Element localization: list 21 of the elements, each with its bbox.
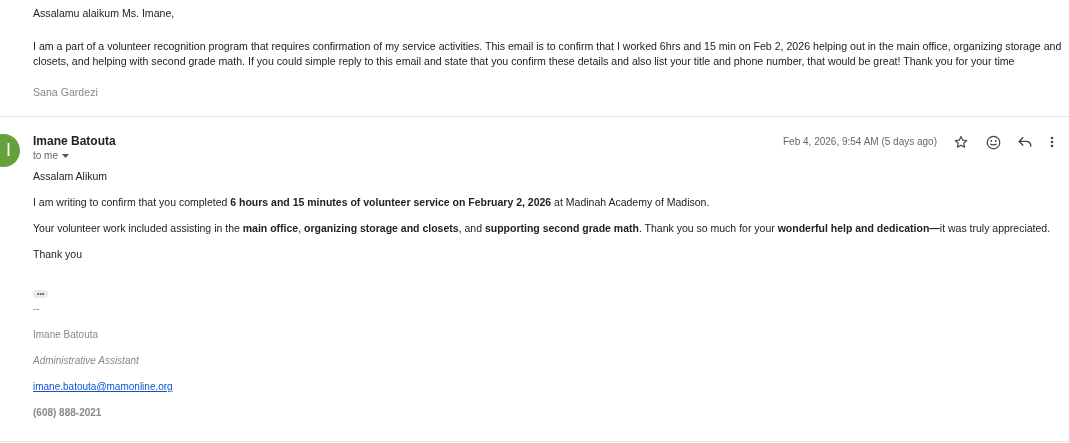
email-link[interactable]: imane.batouta@mamonline.org bbox=[33, 381, 173, 392]
message-paragraph: Your volunteer work included assisting in the main office, organizing storage and closets, and supporting second grade math. Thank you so much for your wonderful help and dedication—it was truly appreciated. bbox=[33, 221, 1052, 236]
greeting-text: Assalam Alikum bbox=[33, 169, 109, 184]
caret-icon bbox=[62, 154, 69, 158]
greeting-text: Assalamu alaikum Ms. Imane, bbox=[33, 6, 176, 21]
message-paragraph: I am a part of a volunteer recognition program that requires confirmation of my service activities. This email is to confirm that I worked 6hrs and 15 min on Feb 2, 2026 helping out in the main office, organizing storage and closets, and helping with second grade math. If you could simple reply to this email and state that you confirm these details and also list your title and phone number, that would be great! Thank you for your time bbox=[33, 39, 1063, 69]
phone-number: (608) 888-2021 bbox=[33, 406, 103, 420]
avatar: I bbox=[0, 134, 20, 167]
closing-text: Thank you bbox=[33, 247, 84, 262]
signature-name: Sana Gardezi bbox=[33, 85, 99, 100]
signature-name: Imane Batouta bbox=[33, 328, 100, 342]
recipient-dropdown[interactable]: to me bbox=[33, 149, 69, 163]
smiley-icon bbox=[985, 134, 1001, 150]
star-icon bbox=[954, 135, 968, 149]
sender-name: Imane Batouta bbox=[33, 133, 117, 149]
signature-separator: -- bbox=[33, 302, 41, 316]
job-title: Administrative Assistant bbox=[33, 354, 140, 368]
message-paragraph: I am writing to confirm that you completed 6 hours and 15 minutes of volunteer service on February 2, 2026 at Madinah Academy of Madison. bbox=[33, 195, 711, 210]
message-date: Feb 4, 2026, 9:54 AM (5 days ago) bbox=[783, 135, 937, 149]
more-icon bbox=[1050, 136, 1054, 148]
reply-icon bbox=[1018, 136, 1032, 148]
